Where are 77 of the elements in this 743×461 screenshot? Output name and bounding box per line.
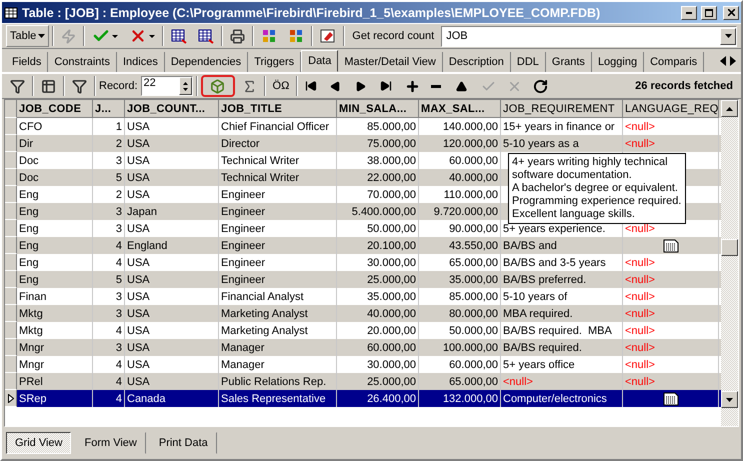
table-row[interactable]: SRep 4 Canada Sales Representative 26.400,00 132.000,00 Computer/electronics	[5, 390, 721, 407]
maximize-button[interactable]	[701, 6, 717, 20]
table-row[interactable]: Eng 4 USA Engineer 30.000,00 65.000,00 BA/BS and 3-5 years <null>	[5, 254, 721, 271]
scroll-left-icon[interactable]	[719, 56, 727, 66]
previous-icon	[330, 80, 342, 92]
memo-icon	[662, 392, 678, 406]
table-cell: Computer/electronics	[501, 390, 623, 407]
table-cell: Sales Representative	[219, 390, 337, 407]
table-menu-button[interactable]: Table	[6, 25, 50, 47]
blocks-icon	[288, 28, 304, 44]
vertical-scrollbar[interactable]	[721, 100, 738, 426]
up-arrow-icon	[182, 82, 188, 84]
up-arrow-icon	[726, 106, 733, 110]
minus-icon	[431, 84, 442, 88]
blocks-icon	[261, 28, 278, 44]
minimize-icon	[686, 12, 692, 14]
scroll-down-button[interactable]	[721, 391, 738, 408]
refresh-icon	[533, 78, 548, 94]
spin-button[interactable]	[178, 77, 192, 95]
tooltip-line: software documentation.	[512, 169, 633, 182]
down-arrow-icon	[182, 88, 188, 90]
current-row-icon	[8, 394, 14, 402]
caret-icon	[724, 34, 732, 38]
caret-icon	[149, 34, 156, 38]
table-row[interactable]: Eng 5 USA Engineer 25.000,00 35.000,00 BA/BS preferred. <null>	[5, 271, 721, 288]
dropdown-button[interactable]	[720, 28, 736, 44]
table-cell: 4	[93, 390, 125, 407]
down-arrow-icon	[726, 398, 733, 402]
records-status: 26 records fetched	[635, 80, 734, 92]
table-cell: 132.000,00	[419, 390, 501, 407]
tooltip-line: 4+ years writing highly technical	[512, 156, 669, 169]
table-row[interactable]: Eng 4 England Engineer 20.100,00 43.550,00 BA/BS and	[5, 237, 721, 254]
tooltip-line: Excellent language skills.	[512, 208, 636, 221]
table-row[interactable]: Mngr 3 USA Manager 60.000,00 100.000,00 BA/BS required. <null>	[5, 339, 721, 356]
window-title: Table : [JOB] : Employee (C:\Programme\Firebird\Firebird_1_5\examples\EMPLOYEE_COMP.FDB)	[22, 6, 602, 20]
filter-icon	[72, 78, 87, 94]
plus-icon	[405, 78, 420, 94]
filter-icon	[10, 78, 25, 94]
close-icon	[728, 9, 734, 16]
minimize-button[interactable]	[681, 6, 697, 20]
view-button[interactable]: Grid View	[6, 432, 72, 454]
table-icon	[4, 6, 18, 20]
scrollbar-thumb[interactable]	[721, 239, 738, 256]
table-cell: SRep	[17, 390, 93, 407]
scroll-up-button[interactable]	[721, 100, 738, 117]
table-row[interactable]: Mktg 3 USA Marketing Analyst 40.000,00 80.000,00 MBA required. <null>	[5, 305, 721, 322]
object-combo[interactable]: JOB	[441, 26, 737, 46]
table-row[interactable]: Dir 2 USA Director 75.000,00 120.000,00 5-10 years as a <null>	[5, 135, 721, 152]
cube-button[interactable]	[200, 75, 235, 97]
printer-icon	[230, 28, 246, 44]
table-row[interactable]: Eng 3 USA Engineer 50.000,00 90.000,00 5+ years experience. <null>	[5, 220, 721, 237]
caret-icon	[38, 34, 46, 38]
record-spinbox[interactable]: 22	[140, 76, 193, 96]
record-label: Record:	[99, 80, 138, 92]
next-icon	[355, 80, 366, 92]
table-cell: 26.400,00	[337, 390, 419, 407]
grid-icon	[171, 28, 188, 44]
table-row[interactable]: Finan 3 USA Financial Analyst 35.000,00 85.000,00 5-10 years of <null>	[5, 288, 721, 305]
eraser-icon	[320, 28, 336, 44]
caret-icon	[112, 34, 118, 38]
table-row[interactable]: CFO 1 USA Chief Financial Officer 85.000,00 140.000,00 15+ years in finance or <null>	[5, 118, 721, 135]
close-button[interactable]	[723, 6, 739, 20]
first-icon	[305, 80, 318, 92]
maximize-icon	[705, 8, 713, 16]
table-icon	[41, 78, 56, 94]
last-icon	[380, 80, 392, 92]
table-row[interactable]: Mktg 4 USA Marketing Analyst 20.000,00 50.000,00 BA/BS required. MBA <null>	[5, 322, 721, 339]
triangle-icon	[456, 80, 468, 92]
scroll-right-icon[interactable]	[729, 56, 737, 66]
grid-icon	[198, 28, 214, 44]
table-row[interactable]: Mngr 4 USA Manager 30.000,00 60.000,00 5+ years office <null>	[5, 356, 721, 373]
cube-icon	[210, 78, 226, 94]
memo-icon	[662, 238, 678, 252]
tab[interactable]: Data	[301, 50, 338, 72]
table-row[interactable]: PRel 4 USA Public Relations Rep. 25.000,00 65.000,00 <null> <null>	[5, 373, 721, 390]
table-cell: Canada	[125, 390, 219, 407]
lightning-icon	[61, 28, 76, 44]
